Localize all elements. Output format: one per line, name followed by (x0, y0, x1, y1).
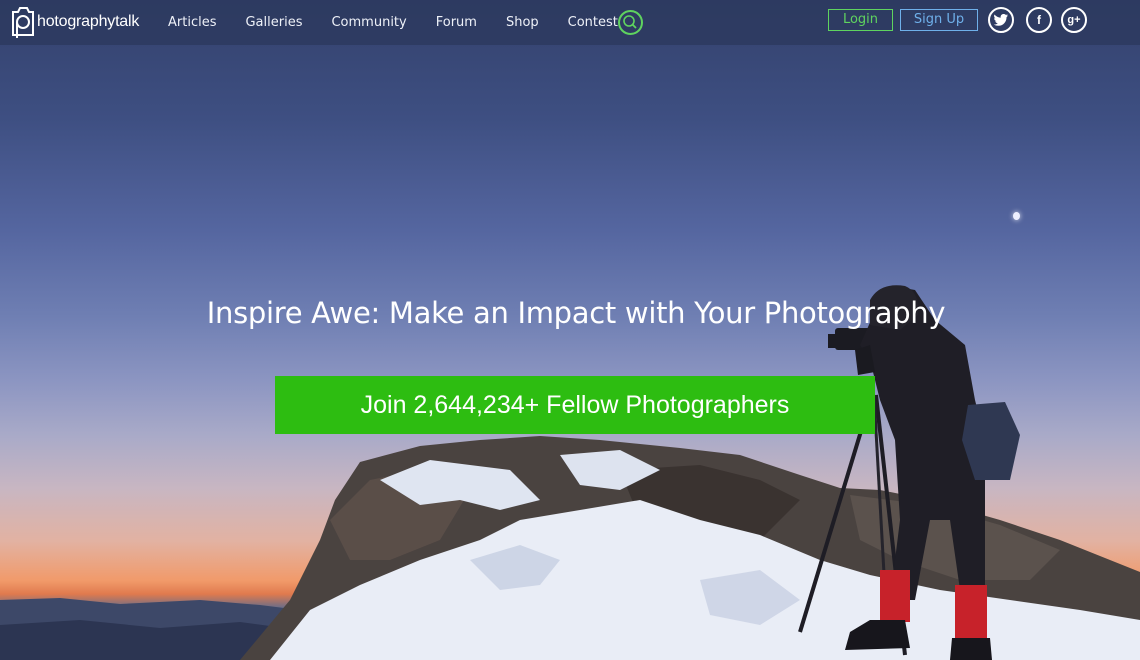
join-cta-button[interactable]: Join 2,644,234+ Fellow Photographers (275, 376, 875, 434)
nav-item-galleries[interactable]: Galleries (245, 15, 302, 30)
search-icon (623, 15, 637, 29)
twitter-button[interactable] (988, 7, 1014, 33)
hero-background (0, 0, 1140, 660)
main-nav: Articles Galleries Community Forum Shop … (168, 0, 647, 45)
twitter-icon (994, 14, 1008, 26)
googleplus-icon: g+ (1067, 14, 1081, 26)
nav-item-articles[interactable]: Articles (168, 15, 216, 30)
login-button[interactable]: Login (828, 9, 893, 31)
nav-item-community[interactable]: Community (331, 15, 406, 30)
nav-item-contest[interactable]: Contest (568, 15, 618, 30)
nav-item-forum[interactable]: Forum (436, 15, 477, 30)
facebook-button[interactable]: f (1026, 7, 1052, 33)
hero-headline: Inspire Awe: Make an Impact with Your Ph… (206, 296, 946, 330)
camera-logo-icon (12, 7, 34, 38)
logo-text: hotographytalk (37, 13, 140, 30)
facebook-icon: f (1037, 13, 1041, 27)
nav-item-shop[interactable]: Shop (506, 15, 539, 30)
signup-button[interactable]: Sign Up (900, 9, 978, 31)
top-navbar: hotographytalk Articles Galleries Commun… (0, 0, 1140, 45)
site-logo[interactable]: hotographytalk (10, 4, 139, 40)
hero-scene (0, 285, 1140, 660)
search-button[interactable] (618, 10, 643, 35)
googleplus-button[interactable]: g+ (1061, 7, 1087, 33)
